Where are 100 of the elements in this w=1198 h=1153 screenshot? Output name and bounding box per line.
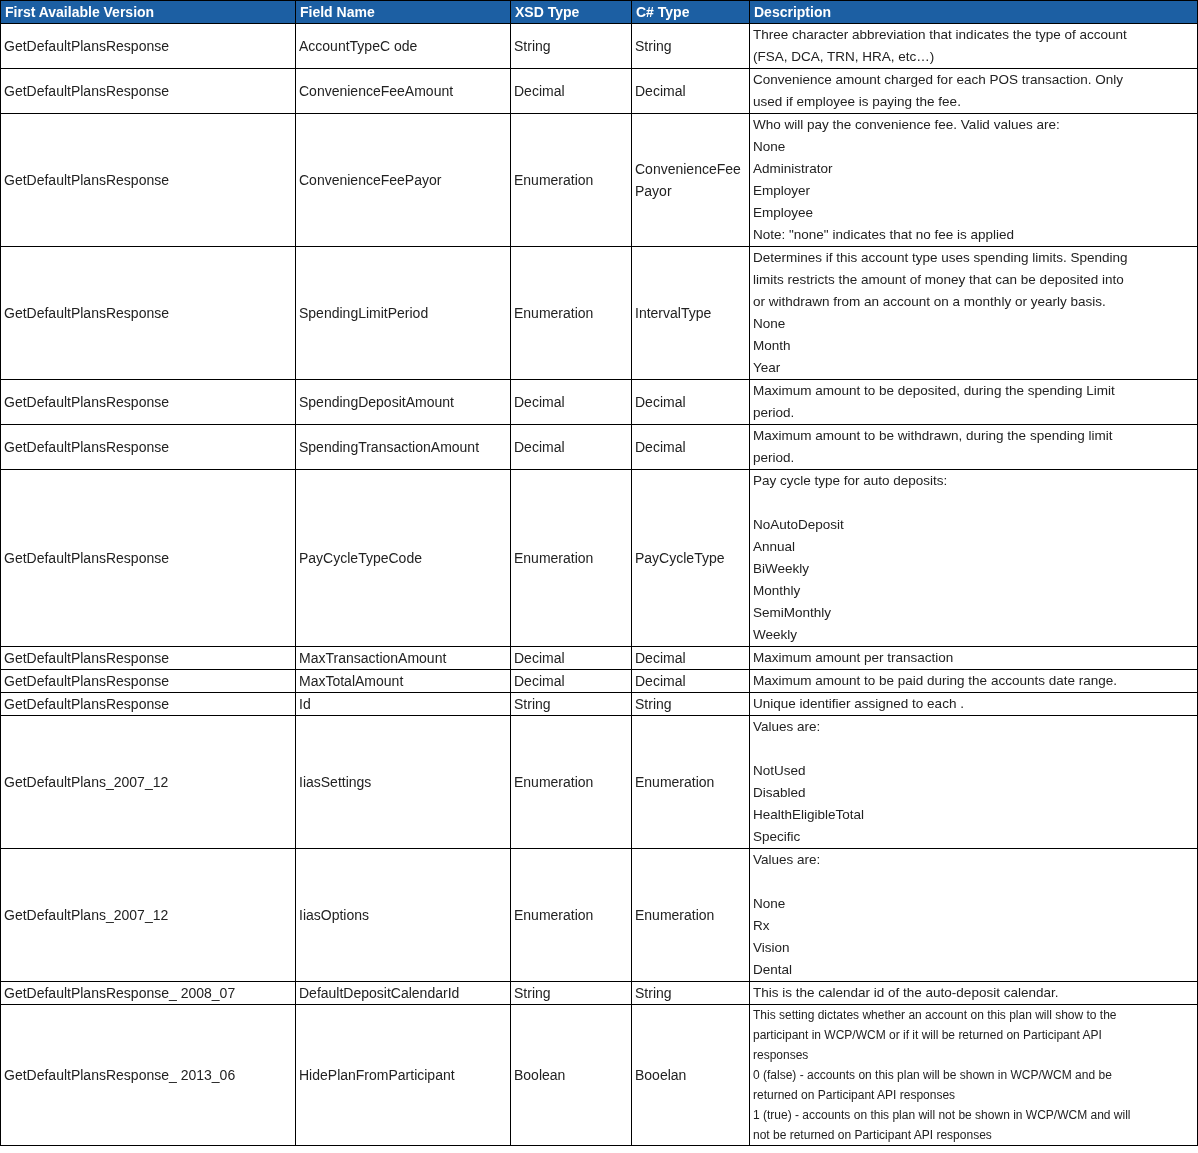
table-cell: Decimal — [514, 83, 565, 99]
table-cell: GetDefaultPlansResponse_ 2008_07 — [4, 985, 236, 1001]
table-cell: GetDefaultPlansResponse_ 2013_06 — [4, 1067, 236, 1083]
table-cell: Enumeration — [514, 550, 594, 566]
table-cell: Decimal — [514, 394, 565, 410]
table-cell: PayCycleTypeCode — [299, 550, 422, 566]
table-cell: ConvenienceFeePayor — [635, 161, 741, 199]
description-line: This setting dictates whether an account on this plan will show to the — [753, 1008, 1117, 1022]
description-line: Disabled — [753, 785, 806, 800]
description-line: NoAutoDeposit — [753, 517, 844, 532]
table-cell: String — [635, 696, 672, 712]
table-cell: PayCycleType — [635, 550, 725, 566]
description-line: BiWeekly — [753, 561, 810, 576]
description-line: Values are: — [753, 852, 821, 867]
table-cell: SpendingLimitPeriod — [299, 305, 429, 321]
table-cell: Decimal — [514, 650, 565, 666]
table-cell: Enumeration — [514, 305, 594, 321]
description-line: not be returned on Participant API responses — [753, 1128, 992, 1142]
table-cell: GetDefaultPlans_2007_12 — [4, 907, 169, 923]
table-cell: IiasOptions — [299, 907, 370, 923]
description-line: Maximum amount per transaction — [753, 650, 954, 665]
table-cell: Id — [299, 696, 311, 712]
table-cell: Enumeration — [635, 774, 715, 790]
table-cell: Decimal — [514, 673, 565, 689]
column-header: First Available Version — [0, 0, 296, 24]
description-line: 0 (false) - accounts on this plan will be shown in WCP/WCM and be — [753, 1068, 1112, 1082]
description-line: Rx — [753, 918, 770, 933]
column-header: Field Name — [295, 0, 511, 24]
description-line: 1 (true) - accounts on this plan will not be shown in WCP/WCM and will — [753, 1108, 1131, 1122]
table-cell: Enumeration — [635, 907, 715, 923]
description-line: Employer — [753, 183, 811, 198]
description-line: returned on Participant API responses — [753, 1088, 956, 1102]
description-line: Convenience amount charged for each POS transaction. Only — [753, 72, 1123, 87]
table-cell: IiasSettings — [299, 774, 372, 790]
table-cell: MaxTransactionAmount — [299, 650, 447, 666]
table-cell: Decimal — [635, 83, 686, 99]
description-line: Maximum amount to be paid during the accounts date range. — [753, 673, 1117, 688]
table-cell: MaxTotalAmount — [299, 673, 404, 689]
description-line: Note: "none" indicates that no fee is applied — [753, 227, 1014, 242]
table-cell: Decimal — [635, 673, 686, 689]
description-line: Specific — [753, 829, 801, 844]
description-line: Weekly — [753, 627, 797, 642]
description-line: Unique identifier assigned to each . — [753, 696, 964, 711]
description-line: Maximum amount to be deposited, during the spending Limit — [753, 383, 1115, 398]
description-line: Values are: — [753, 719, 821, 734]
table-cell: GetDefaultPlansResponse — [4, 550, 169, 566]
description-line: participant in WCP/WCM or if it will be returned on Participant API — [753, 1028, 1102, 1042]
description-line: None — [753, 316, 786, 331]
table-cell: GetDefaultPlans_2007_12 — [4, 774, 169, 790]
table-cell: IntervalType — [635, 305, 712, 321]
table-cell: GetDefaultPlansResponse — [4, 696, 169, 712]
table-cell: GetDefaultPlansResponse — [4, 83, 169, 99]
table-cell: GetDefaultPlansResponse — [4, 650, 169, 666]
column-header: C# Type — [631, 0, 750, 24]
column-header: Description — [749, 0, 1198, 24]
description-line: NotUsed — [753, 763, 806, 778]
column-header: XSD Type — [510, 0, 632, 24]
table-cell: ConvenienceFeePayor — [299, 172, 442, 188]
description-line: None — [753, 139, 786, 154]
table-cell: String — [514, 696, 551, 712]
description-line: or withdrawn from an account on a monthly or yearly basis. — [753, 294, 1106, 309]
table-cell: String — [514, 985, 551, 1001]
table-cell: HidePlanFromParticipant — [299, 1067, 455, 1083]
table-cell: AccountTypeC ode — [299, 38, 418, 54]
description-line: Dental — [753, 962, 793, 977]
description-line: period. — [753, 450, 795, 465]
table-cell: String — [514, 38, 551, 54]
description-line: SemiMonthly — [753, 605, 832, 620]
table-cell: GetDefaultPlansResponse — [4, 394, 169, 410]
table-cell: SpendingTransactionAmount — [299, 439, 480, 455]
table-cell: GetDefaultPlansResponse — [4, 305, 169, 321]
table-cell: String — [635, 38, 672, 54]
description-line: None — [753, 896, 786, 911]
table-cell: GetDefaultPlansResponse — [4, 673, 169, 689]
description-line: used if employee is paying the fee. — [753, 94, 961, 109]
table-cell: Enumeration — [514, 907, 594, 923]
description-line: Monthly — [753, 583, 801, 598]
table-cell: ConvenienceFeeAmount — [299, 83, 454, 99]
description-line: Three character abbreviation that indicates the type of account — [753, 27, 1127, 42]
description-line: This is the calendar id of the auto-deposit calendar. — [753, 985, 1059, 1000]
description-line: Who will pay the convenience fee. Valid values are: — [753, 117, 1060, 132]
table-cell: Decimal — [635, 439, 686, 455]
description-line: Annual — [753, 539, 796, 554]
description-line: (FSA, DCA, TRN, HRA, etc…) — [753, 49, 935, 64]
description-line: Year — [753, 360, 781, 375]
table-cell: Boolean — [514, 1067, 566, 1083]
description-line: period. — [753, 405, 795, 420]
table-cell: String — [635, 985, 672, 1001]
table-cell: GetDefaultPlansResponse — [4, 439, 169, 455]
description-line: Employee — [753, 205, 814, 220]
table-cell: Decimal — [514, 439, 565, 455]
table-cell: Decimal — [635, 650, 686, 666]
table-cell: Enumeration — [514, 774, 594, 790]
table-cell: Decimal — [635, 394, 686, 410]
table-cell: GetDefaultPlansResponse — [4, 38, 169, 54]
table-cell: SpendingDepositAmount — [299, 394, 454, 410]
description-line: HealthEligibleTotal — [753, 807, 865, 822]
table-cell: DefaultDepositCalendarId — [299, 985, 460, 1001]
description-line: responses — [753, 1048, 809, 1062]
table-cell: Enumeration — [514, 172, 594, 188]
